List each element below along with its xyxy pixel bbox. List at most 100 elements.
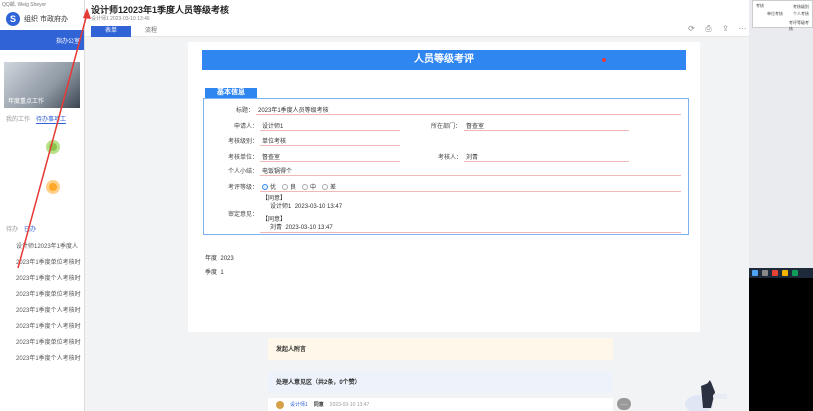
list-item[interactable]: 设计师12023年1季度人 [16,239,84,255]
applicant-label: 申请人： [233,124,258,130]
chat-icon[interactable]: … [617,398,631,410]
list-item[interactable]: 2023年1季度个人考核时 [16,303,84,319]
opinion-tag: 【同意】 [262,217,287,223]
grade-option-medium[interactable]: 中 [302,182,316,191]
popup-row: 单位考核 [767,11,783,16]
quarter-row: 季度 1 [205,267,224,276]
background-popup: 考核 考核级别 单位考核 个人考核 考评等级考核 [752,0,813,31]
banner-caption: 年度重点工作 [8,99,45,105]
popup-row: 考核级别 [793,4,809,9]
search-icon[interactable] [762,270,768,276]
avatar [276,400,284,409]
print-icon[interactable]: ⎙ [704,24,713,33]
tab-form[interactable]: 表单 [91,26,131,37]
summary-label: 个人小结： [227,169,258,175]
brand-header: S 组织 市政府办 [0,8,84,30]
dept-value[interactable]: 督查室 [466,121,484,130]
browser-bookmarks[interactable]: QQ邮, Weig Sheyor [0,0,84,8]
modal-meta: 设计师1 2023-03-10 13:46 [91,16,150,22]
divider [260,130,400,131]
list-item[interactable]: 2023年1季度个人考核时 [16,319,84,335]
modal-header: 设计师12023年1季度人员等级考核 设计师1 2023-03-10 13:46… [85,0,749,37]
title-label: 标题： [235,108,254,114]
divider [260,145,400,146]
header-toolbar: ⟳ ⎙ ⇪ ⋯ [687,24,747,33]
handler-opinion-row: 设计师1 同意 2023-03-10 13:47 [268,398,613,411]
orange-app-icon[interactable] [46,180,60,194]
opinion-entry: 【同意】 刘青 2023-03-10 13:47 [262,216,333,232]
taskbar [749,268,813,278]
handler-opinions-header[interactable]: 处理人意见区（共2条，0个赞） [268,371,613,393]
app-icon[interactable] [792,270,798,276]
folder-icon[interactable] [782,270,788,276]
opinion-time: 2023-03-10 13:47 [285,225,333,231]
summary-value[interactable]: 电饭锅得个 [262,166,292,175]
year-row: 年度 2023 [205,253,234,262]
popup-row: 个人考核 [793,11,809,16]
handler-action: 同意 [313,402,324,408]
radio-icon [302,183,309,190]
divider [260,191,681,192]
tab-my-work[interactable]: 我的工作 [6,114,30,124]
divider [464,161,629,162]
mascot-icon [685,380,727,411]
more-icon[interactable]: ⋯ [738,24,747,33]
level-value[interactable]: 单位考核 [262,136,286,145]
quarter-label: 季度 [205,270,218,276]
export-icon[interactable]: ⇪ [721,24,730,33]
reviewer-value[interactable]: 刘青 [466,152,478,161]
grade-radio-group: 优 良 中 差 [262,182,336,191]
handler-name[interactable]: 设计师1 [290,401,308,408]
tab-flow[interactable]: 流程 [131,26,171,37]
divider [260,161,400,162]
form-header-text: 人员等级考评 [414,54,474,65]
year-value: 2023 [220,256,234,262]
modal-tabs: 表单 流程 [91,26,171,37]
tab-todo[interactable]: 待办事项工 [36,114,67,124]
basic-info-form: 标题： 2023年1季度人员等级考核 申请人： 设计师1 所在部门： 督查室 考… [203,98,689,235]
quarter-value: 1 [220,270,224,276]
grade-option-poor[interactable]: 差 [322,182,336,191]
dept-label: 所在部门： [430,124,461,130]
list-item[interactable]: 2023年1季度单位考核时 [16,287,84,303]
task-tabs: 待办 已办 [0,224,84,233]
tab-done[interactable]: 已办 [24,224,36,233]
task-list: 设计师12023年1季度人 2023年1季度单位考核时 2023年1季度个人考核… [0,233,84,367]
refresh-icon[interactable]: ⟳ [687,24,696,33]
initiator-notes[interactable]: 发起人附言 [268,338,613,360]
top-nav-bar[interactable]: 指办公室 [0,30,84,50]
list-item[interactable]: 2023年1季度单位考核时 [16,335,84,351]
browser-icon[interactable] [772,270,778,276]
opinion-signer: 设计师1 [270,204,292,210]
grade-option-good[interactable]: 良 [282,182,296,191]
divider [256,114,681,115]
app-logo-icon: S [6,12,20,26]
list-item[interactable]: 2023年1季度个人考核时 [16,351,84,367]
opinion-signer: 刘青 [270,225,283,231]
radio-icon [282,183,289,190]
opinion-label: 审定意见： [227,212,258,218]
nav-label[interactable]: 指办公室 [56,36,80,45]
list-item[interactable]: 2023年1季度单位考核时 [16,255,84,271]
unit-value[interactable]: 督查室 [262,152,280,161]
applicant-value[interactable]: 设计师1 [262,121,283,130]
popup-row: 考核 [756,3,764,8]
divider [260,232,681,233]
work-tabs: 我的工作 待办事项工 [0,108,84,126]
list-item[interactable]: 2023年1季度个人考核时 [16,271,84,287]
popup-row: 考评等级考核 [789,20,809,31]
tab-pending[interactable]: 待办 [6,224,18,233]
divider [464,130,629,131]
form-document: 人员等级考评 基本信息 标题： 2023年1季度人员等级考核 申请人： 设计师1… [188,42,700,332]
year-label: 年度 [205,256,218,262]
grade-option-excellent[interactable]: 优 [262,182,276,191]
unit-label: 考核单位： [227,155,258,161]
title-value[interactable]: 2023年1季度人员等级考核 [258,105,329,114]
radio-icon [322,183,329,190]
opinion-entry: 【同意】 设计师1 2023-03-10 13:47 [262,195,342,211]
windows-start-icon[interactable] [752,270,758,276]
reviewer-label: 考核人： [437,155,462,161]
background-desktop [749,268,813,411]
handler-time: 2023-03-10 13:47 [329,401,370,408]
green-app-icon[interactable] [46,140,60,154]
